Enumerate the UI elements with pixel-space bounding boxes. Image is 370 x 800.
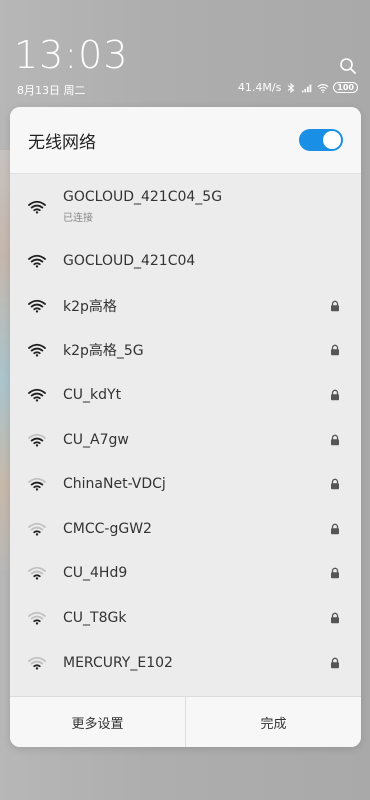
network-text: k2p高格_5G <box>63 340 144 360</box>
network-row[interactable]: GOCLOUD_421C04_5G 已连接 <box>10 174 361 239</box>
network-text: CU_4Hd9 <box>63 565 127 581</box>
lock-icon <box>331 300 339 312</box>
status-indicators: 41.4M/s 100 <box>238 81 358 94</box>
network-text: CMCC-gGW2 <box>63 521 152 537</box>
wifi-dialog: 无线网络 GOCLOUD_421C04_5G 已连接 GOCLOUD_421C04k… <box>10 107 361 747</box>
lock-icon <box>331 523 339 535</box>
network-row[interactable]: GOCLOUD_421C04 <box>10 239 361 284</box>
wifi-signal-icon <box>28 656 46 670</box>
network-name: GOCLOUD_421C04 <box>63 253 196 270</box>
wifi-signal-icon <box>28 567 46 581</box>
dialog-header: 无线网络 <box>10 107 361 174</box>
wifi-signal-icon <box>28 522 46 536</box>
lock-icon <box>331 478 339 490</box>
network-name: k2p高格_5G <box>63 343 144 360</box>
search-icon[interactable] <box>339 57 357 75</box>
lock-icon <box>331 345 339 356</box>
dialog-title: 无线网络 <box>28 132 96 153</box>
network-name: GOCLOUD_421C04_5G <box>63 189 223 205</box>
wifi-toggle[interactable] <box>299 129 343 151</box>
network-row[interactable]: CU_kdYt <box>10 373 361 418</box>
network-text: ChinaNet-VDCj <box>63 476 166 492</box>
network-name: CU_A7gw <box>63 431 129 448</box>
battery-indicator: 100 <box>333 82 358 93</box>
network-row[interactable]: k2p高格 <box>10 284 361 329</box>
wifi-signal-icon <box>28 344 46 358</box>
network-row[interactable]: k2p高格_5G <box>10 328 361 373</box>
network-text: k2p高格 <box>63 296 117 316</box>
network-list: GOCLOUD_421C04_5G 已连接 GOCLOUD_421C04 k2p高格 k… <box>10 174 361 685</box>
network-status: 已连接 <box>63 213 93 224</box>
network-name: CU_kdYt <box>63 387 122 404</box>
network-row[interactable]: CU_A7gw <box>10 417 361 462</box>
network-row[interactable]: ChinaNet-VDCj <box>10 462 361 507</box>
network-name: CU_T8Gk <box>63 610 127 627</box>
lock-icon <box>331 434 339 445</box>
lock-icon <box>331 389 339 401</box>
network-row[interactable]: CU_4Hd9 <box>10 551 361 596</box>
network-name: CMCC-gGW2 <box>63 520 152 537</box>
lock-icon <box>331 568 339 579</box>
wifi-signal-icon <box>28 433 46 447</box>
wifi-status-icon <box>317 83 329 93</box>
network-speed: 41.4M/s <box>237 81 282 94</box>
network-row[interactable]: CU_T8Gk <box>10 596 361 641</box>
wifi-signal-icon <box>28 255 46 268</box>
network-row[interactable]: MERCURY_E102 <box>10 640 361 685</box>
toggle-knob <box>323 131 341 149</box>
wifi-signal-icon <box>28 200 46 214</box>
network-name: MERCURY_E102 <box>63 654 173 671</box>
more-settings-button[interactable]: 更多设置 <box>10 697 185 747</box>
network-text: GOCLOUD_421C04 <box>63 253 195 269</box>
wifi-signal-icon <box>28 478 46 491</box>
dialog-footer: 更多设置 完成 <box>10 696 361 747</box>
network-text: GOCLOUD_421C04_5G 已连接 <box>63 189 222 224</box>
lock-icon <box>331 657 339 668</box>
network-text: CU_T8Gk <box>63 610 126 626</box>
wifi-signal-icon <box>28 611 46 625</box>
network-text: CU_A7gw <box>63 432 129 448</box>
network-row[interactable]: CMCC-gGW2 <box>10 507 361 552</box>
clock-time: 13:03 <box>14 33 129 77</box>
network-name: CU_4Hd9 <box>63 565 128 582</box>
wifi-signal-icon <box>28 299 46 313</box>
network-text: MERCURY_E102 <box>63 655 173 671</box>
network-name: k2p高格 <box>63 298 117 315</box>
wifi-signal-icon <box>28 388 46 402</box>
lock-icon <box>331 612 339 624</box>
done-button[interactable]: 完成 <box>185 697 361 747</box>
network-text: CU_kdYt <box>63 387 121 403</box>
cellular-signal-icon <box>302 84 312 92</box>
clock-date: 8月13日 周二 <box>17 84 86 97</box>
network-name: ChinaNet-VDCj <box>63 476 166 493</box>
bluetooth-icon <box>287 82 295 93</box>
